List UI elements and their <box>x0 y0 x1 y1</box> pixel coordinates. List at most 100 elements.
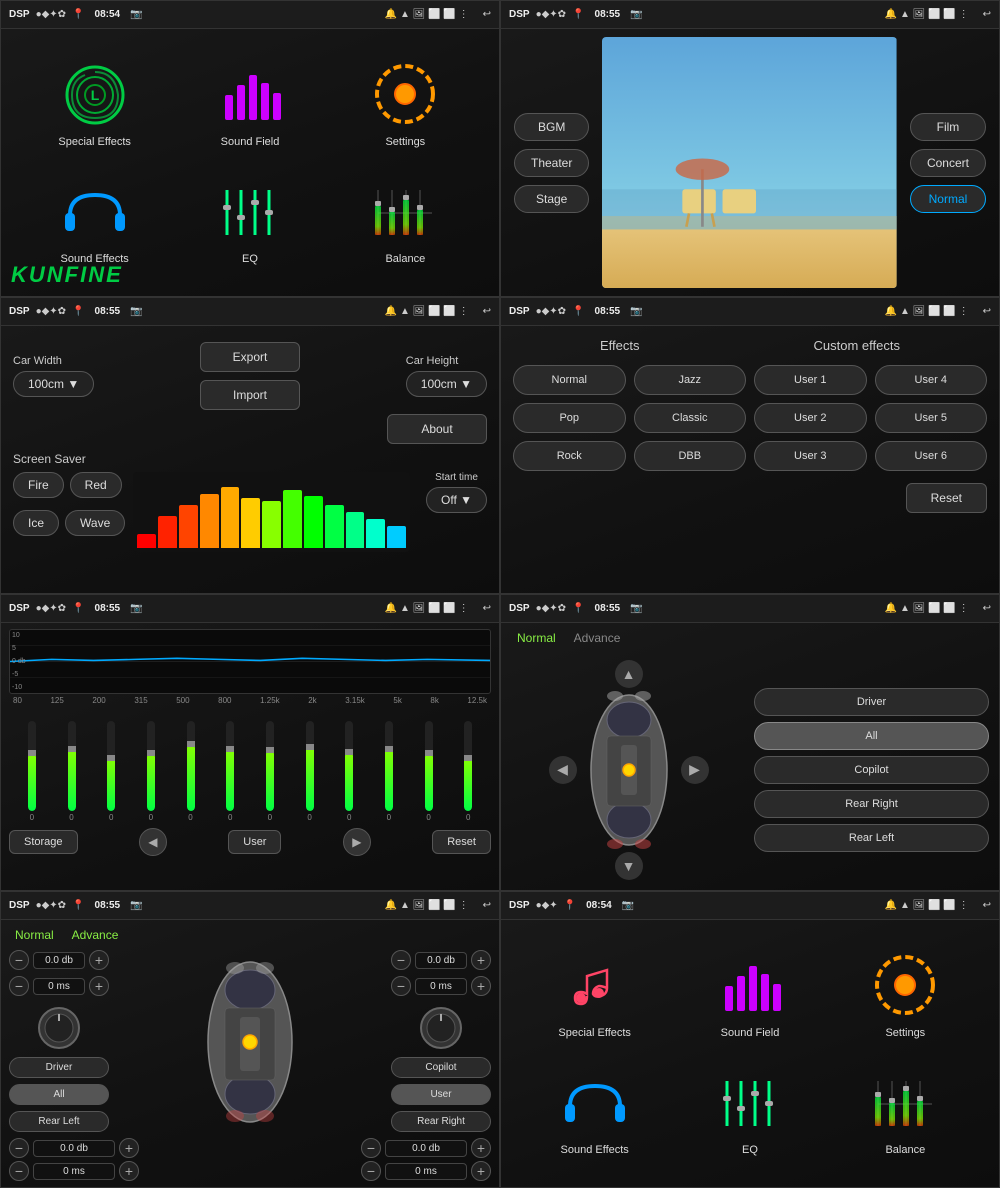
normal-btn-bgm[interactable]: Normal <box>910 185 986 213</box>
driver-label-btn[interactable]: Driver <box>9 1057 109 1078</box>
bl-plus-ms[interactable]: + <box>119 1161 139 1181</box>
back-p2[interactable]: ↩ <box>983 9 991 20</box>
rear-right-label-btn[interactable]: Rear Right <box>391 1111 491 1132</box>
storage-btn[interactable]: Storage <box>9 830 78 854</box>
back-p6[interactable]: ↩ <box>983 603 991 614</box>
back-p5[interactable]: ↩ <box>483 603 491 614</box>
about-btn[interactable]: About <box>387 414 487 444</box>
adv-normal-tab[interactable]: Normal <box>9 926 60 944</box>
all-label-btn[interactable]: All <box>9 1084 109 1105</box>
right-db-minus1[interactable]: − <box>391 950 411 970</box>
eq-slider-track[interactable] <box>306 721 314 811</box>
menu-item-eq[interactable]: EQ <box>176 177 323 265</box>
adv-speaker-content: Normal Advance − 0.0 db + − 0 ms + <box>1 920 499 1187</box>
adv-advance-tab[interactable]: Advance <box>66 926 125 944</box>
user-btn-eq[interactable]: User <box>228 830 281 854</box>
right-ms-minus1[interactable]: − <box>391 976 411 996</box>
effect-rock[interactable]: Rock <box>513 441 626 471</box>
eq-slider-track[interactable] <box>425 721 433 811</box>
car-height-dropdown[interactable]: 100cm ▼ <box>406 371 487 397</box>
left-arrow-btn[interactable]: ◀ <box>549 756 577 784</box>
copilot-btn[interactable]: Copilot <box>754 756 989 784</box>
eq-slider-track[interactable] <box>107 721 115 811</box>
effects-reset-btn[interactable]: Reset <box>906 483 987 513</box>
effect-pop[interactable]: Pop <box>513 403 626 433</box>
left-ms-plus1[interactable]: + <box>89 976 109 996</box>
import-btn[interactable]: Import <box>200 380 300 410</box>
film-btn[interactable]: Film <box>910 113 986 141</box>
start-time-dropdown[interactable]: Off ▼ <box>426 487 487 513</box>
back-arrow-p1[interactable]: ↩ <box>483 9 491 20</box>
back-p7[interactable]: ↩ <box>483 900 491 911</box>
menu-item-sound-effects-2[interactable]: Sound Effects <box>521 1068 668 1156</box>
left-ms-minus1[interactable]: − <box>9 976 29 996</box>
eq-slider-track[interactable] <box>187 721 195 811</box>
next-btn[interactable]: ▶ <box>343 828 371 856</box>
menu-item-balance[interactable]: Balance <box>332 177 479 265</box>
eq-slider-track[interactable] <box>266 721 274 811</box>
menu-item-special-effects[interactable]: L Special Effects <box>21 60 168 148</box>
eq-slider-track[interactable] <box>68 721 76 811</box>
rear-right-btn[interactable]: Rear Right <box>754 790 989 818</box>
user1-btn[interactable]: User 1 <box>754 365 867 395</box>
back-p3[interactable]: ↩ <box>483 306 491 317</box>
rear-left-btn[interactable]: Rear Left <box>754 824 989 852</box>
normal-mode-tab[interactable]: Normal <box>511 629 562 647</box>
ice-btn[interactable]: Ice <box>13 510 59 536</box>
bl-plus-db[interactable]: + <box>119 1138 139 1158</box>
eq-slider-track[interactable] <box>345 721 353 811</box>
all-btn[interactable]: All <box>754 722 989 750</box>
export-btn[interactable]: Export <box>200 342 300 372</box>
menu-item-settings-2[interactable]: Settings <box>832 951 979 1039</box>
menu-item-sound-effects[interactable]: Sound Effects <box>21 177 168 265</box>
user6-btn[interactable]: User 6 <box>875 441 988 471</box>
bl-minus-ms[interactable]: − <box>9 1161 29 1181</box>
user2-btn[interactable]: User 2 <box>754 403 867 433</box>
back-p8[interactable]: ↩ <box>983 900 991 911</box>
eq-slider-track[interactable] <box>147 721 155 811</box>
concert-btn[interactable]: Concert <box>910 149 986 177</box>
eq-slider-track[interactable] <box>28 721 36 811</box>
car-width-dropdown[interactable]: 100cm ▼ <box>13 371 94 397</box>
menu-item-settings[interactable]: Settings <box>332 60 479 148</box>
eq-slider-track[interactable] <box>385 721 393 811</box>
left-db-minus1[interactable]: − <box>9 950 29 970</box>
prev-btn[interactable]: ◀ <box>139 828 167 856</box>
br-minus-ms[interactable]: − <box>361 1161 381 1181</box>
effect-jazz[interactable]: Jazz <box>634 365 747 395</box>
effect-classic[interactable]: Classic <box>634 403 747 433</box>
br-minus-db[interactable]: − <box>361 1138 381 1158</box>
red-btn[interactable]: Red <box>70 472 122 498</box>
left-db-plus1[interactable]: + <box>89 950 109 970</box>
driver-btn[interactable]: Driver <box>754 688 989 716</box>
user5-btn[interactable]: User 5 <box>875 403 988 433</box>
reset-btn-eq[interactable]: Reset <box>432 830 491 854</box>
advance-mode-tab[interactable]: Advance <box>568 629 627 647</box>
br-plus-db[interactable]: + <box>471 1138 491 1158</box>
user3-btn[interactable]: User 3 <box>754 441 867 471</box>
back-p4[interactable]: ↩ <box>983 306 991 317</box>
menu-item-sound-field[interactable]: Sound Field <box>176 60 323 148</box>
bl-minus-db[interactable]: − <box>9 1138 29 1158</box>
menu-item-eq-2[interactable]: EQ <box>676 1068 823 1156</box>
menu-item-special-effects-2[interactable]: Special Effects <box>521 951 668 1039</box>
effect-dbb[interactable]: DBB <box>634 441 747 471</box>
menu-item-sound-field-2[interactable]: Sound Field <box>676 951 823 1039</box>
right-ms-plus1[interactable]: + <box>471 976 491 996</box>
fire-btn[interactable]: Fire <box>13 472 64 498</box>
eq-slider-track[interactable] <box>226 721 234 811</box>
rear-left-label-btn[interactable]: Rear Left <box>9 1111 109 1132</box>
user-label-btn[interactable]: User <box>391 1084 491 1105</box>
wave-btn[interactable]: Wave <box>65 510 125 536</box>
stage-btn[interactable]: Stage <box>514 185 589 213</box>
bgm-btn[interactable]: BGM <box>514 113 589 141</box>
right-arrow-btn[interactable]: ▶ <box>681 756 709 784</box>
user4-btn[interactable]: User 4 <box>875 365 988 395</box>
effect-normal[interactable]: Normal <box>513 365 626 395</box>
right-db-plus1[interactable]: + <box>471 950 491 970</box>
br-plus-ms[interactable]: + <box>471 1161 491 1181</box>
eq-slider-track[interactable] <box>464 721 472 811</box>
theater-btn[interactable]: Theater <box>514 149 589 177</box>
menu-item-balance-2[interactable]: Balance <box>832 1068 979 1156</box>
copilot-label-btn[interactable]: Copilot <box>391 1057 491 1078</box>
